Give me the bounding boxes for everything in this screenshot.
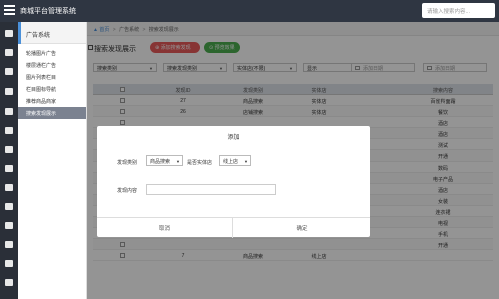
menu-icon[interactable]	[4, 5, 15, 15]
home-icon[interactable]	[5, 30, 13, 37]
clock-icon[interactable]	[5, 222, 13, 229]
type-label: 发现类别	[117, 160, 138, 166]
cancel-button[interactable]: 取消	[97, 218, 233, 238]
wallet-icon[interactable]	[5, 146, 13, 153]
money-icon[interactable]	[5, 127, 13, 134]
gift-icon[interactable]	[5, 108, 13, 115]
content-input[interactable]	[146, 184, 276, 195]
add-dialog: 添加 发现类别 商品搜索 ▼ 是否实体店 线上店 ▼ 发现内容 取消 确定	[97, 126, 370, 238]
sidebar: 广告系统 轮播图片广告 楼层通栏广告 图片列表栏目 栏目图标导航 推荐商品商家 …	[18, 22, 87, 299]
comment-icon[interactable]	[5, 184, 13, 191]
sidebar-heading: 广告系统	[18, 22, 86, 44]
store-label: 是否实体店	[187, 160, 213, 166]
app-title: 商城平台管理系统	[20, 8, 76, 15]
settings-icon[interactable]	[5, 241, 13, 248]
sidebar-item-icon-nav[interactable]: 栏目图标导航	[18, 83, 86, 95]
dialog-footer: 取消 确定	[97, 217, 370, 238]
content-label: 发现内容	[117, 188, 138, 194]
icon-rail	[0, 22, 18, 299]
calculator-icon[interactable]	[5, 165, 13, 172]
user-icon[interactable]	[5, 68, 13, 75]
sitemap-icon[interactable]	[5, 49, 13, 56]
type-select[interactable]: 商品搜索 ▼	[146, 155, 183, 166]
trophy-icon[interactable]	[5, 279, 13, 286]
dialog-title: 添加	[227, 135, 240, 141]
sidebar-item-image-list[interactable]: 图片列表栏目	[18, 71, 86, 83]
confirm-button[interactable]: 确定	[234, 218, 370, 238]
megaphone-icon[interactable]	[5, 203, 13, 210]
cart-icon[interactable]	[5, 88, 13, 95]
store-select-dialog[interactable]: 线上店 ▼	[219, 155, 251, 166]
sidebar-item-floor-ads[interactable]: 楼层通栏广告	[18, 59, 86, 71]
sidebar-item-search-discovery[interactable]: 搜索发现展示	[18, 107, 86, 119]
lightbulb-icon[interactable]	[5, 260, 13, 267]
search-input[interactable]: 请输入搜索内容...	[422, 3, 495, 18]
sidebar-item-carousel-ads[interactable]: 轮播图片广告	[18, 47, 86, 59]
sidebar-item-recommend[interactable]: 推荐商品商家	[18, 95, 86, 107]
top-bar: 商城平台管理系统 请输入搜索内容...	[0, 0, 499, 22]
